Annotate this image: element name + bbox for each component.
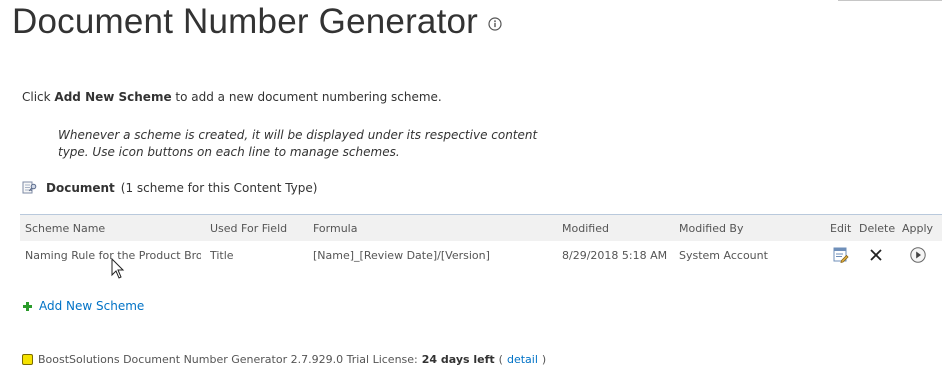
column-header-modified-by: Modified By [679, 221, 744, 235]
play-icon[interactable] [909, 246, 927, 264]
intro-strong: Add New Scheme [54, 90, 172, 104]
close-icon[interactable] [867, 246, 885, 264]
edit-icon[interactable] [832, 246, 850, 264]
license-close-paren: ) [541, 353, 547, 366]
content-type-summary: (1 scheme for this Content Type) [120, 181, 318, 195]
column-header-modified: Modified [562, 221, 609, 235]
scheme-table: Scheme Name Used For Field Formula Modif… [20, 214, 942, 269]
license-icon [22, 354, 33, 365]
license-days-left: 24 days left [421, 353, 495, 366]
table-row: Naming Rule for the Product Bro Title [N… [20, 241, 942, 269]
page-title: Document Number Generator [12, 2, 479, 41]
add-new-scheme-label: Add New Scheme [39, 299, 145, 313]
info-icon[interactable] [488, 17, 502, 31]
column-header-used-for-field: Used For Field [210, 221, 288, 235]
column-header-apply: Apply [902, 221, 934, 235]
edit-cell [829, 241, 853, 269]
delete-cell [866, 241, 886, 269]
license-open-paren: ( [498, 353, 503, 366]
column-header-formula: Formula [313, 221, 358, 235]
info-note: Whenever a scheme is created, it will be… [58, 128, 538, 159]
document-key-icon [22, 180, 38, 196]
modified-by-cell: System Account [679, 248, 768, 262]
modified-cell: 8/29/2018 5:18 AM [562, 248, 668, 262]
content-type-name: Document [46, 181, 115, 195]
mouse-cursor-icon [111, 258, 125, 279]
column-header-delete: Delete [859, 221, 896, 235]
plus-icon [22, 301, 33, 312]
license-footer: BoostSolutions Document Number Generator… [22, 353, 546, 366]
content-type-header: Document (1 scheme for this Content Type… [22, 180, 317, 196]
intro-suffix: to add a new document numbering scheme. [171, 90, 442, 104]
intro-prefix: Click [22, 90, 55, 104]
license-prefix: BoostSolutions Document Number Generator… [38, 353, 418, 366]
license-detail-link[interactable]: detail [507, 353, 538, 366]
used-for-field-cell: Title [210, 248, 234, 262]
page-title-area: Document Number Generator [12, 2, 502, 42]
intro-text: Click Add New Scheme to add a new docume… [22, 90, 442, 104]
column-header-edit: Edit [830, 221, 852, 235]
add-new-scheme-button[interactable]: Add New Scheme [22, 299, 144, 313]
table-header: Scheme Name Used For Field Formula Modif… [20, 215, 942, 241]
formula-cell: [Name]_[Review Date]/[Version] [313, 248, 490, 262]
column-header-scheme-name: Scheme Name [25, 221, 106, 235]
top-right-divider [838, 0, 942, 1]
apply-cell [907, 241, 929, 269]
